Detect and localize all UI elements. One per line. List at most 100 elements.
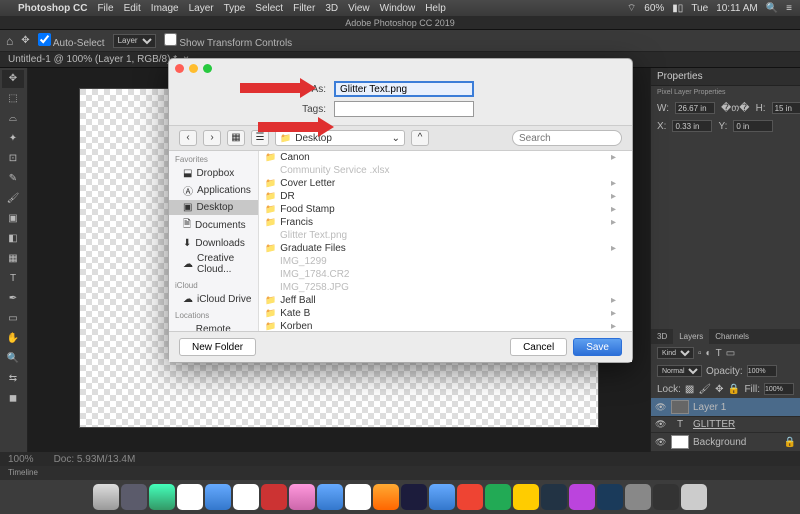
file-row[interactable]: 📁Francis▸ <box>259 216 632 229</box>
dock-app[interactable] <box>261 484 287 510</box>
menu-layer[interactable]: Layer <box>189 3 214 14</box>
tab-layers[interactable]: Layers <box>673 329 709 344</box>
dock-app[interactable] <box>373 484 399 510</box>
file-row[interactable]: Community Service .xlsx <box>259 164 632 177</box>
dock-app[interactable] <box>205 484 231 510</box>
hand-tool[interactable]: ✋ <box>2 330 24 348</box>
file-row[interactable]: 📁Food Stamp▸ <box>259 203 632 216</box>
properties-tab[interactable]: Properties <box>651 68 800 86</box>
forward-button[interactable]: › <box>203 130 221 146</box>
sidebar-icloud-drive[interactable]: ☁iCloud Drive <box>169 292 258 307</box>
save-button[interactable]: Save <box>573 338 622 356</box>
layer-kind-filter[interactable]: Kind <box>657 347 694 359</box>
layer-row[interactable]: 👁 Layer 1 <box>651 398 800 417</box>
file-row[interactable]: 📁DR▸ <box>259 190 632 203</box>
eraser-tool[interactable]: ◧ <box>2 230 24 248</box>
lasso-tool[interactable]: ⌓ <box>2 110 24 128</box>
zoom-tool[interactable]: 🔍 <box>2 350 24 368</box>
dock-app[interactable] <box>429 484 455 510</box>
fg-bg-colors[interactable]: ◼ <box>2 390 24 408</box>
opacity-input[interactable] <box>747 365 777 377</box>
file-row[interactable]: 📁Kate B▸ <box>259 307 632 320</box>
dock-app[interactable] <box>289 484 315 510</box>
dock-photoshop[interactable] <box>597 484 623 510</box>
gradient-tool[interactable]: ▦ <box>2 250 24 268</box>
cancel-button[interactable]: Cancel <box>510 338 567 356</box>
lock-all-icon[interactable]: 🔒 <box>727 384 739 395</box>
prop-y[interactable] <box>733 120 773 132</box>
link-icon[interactable]: �თ� <box>721 103 750 114</box>
filter-adjust-icon[interactable]: ◐ <box>706 348 712 359</box>
spotlight-icon[interactable]: 🔍 <box>766 3 778 14</box>
prop-x[interactable] <box>672 120 712 132</box>
dock-app[interactable] <box>653 484 679 510</box>
dock-app[interactable] <box>513 484 539 510</box>
file-row[interactable]: 📁Jeff Ball▸ <box>259 294 632 307</box>
layer-row[interactable]: 👁 Background 🔒 <box>651 433 800 452</box>
menu-edit[interactable]: Edit <box>124 3 141 14</box>
menu-view[interactable]: View <box>348 3 370 14</box>
visibility-icon[interactable]: 👁 <box>655 402 667 413</box>
sidebar-documents[interactable]: 🗎Documents <box>169 215 258 236</box>
visibility-icon[interactable]: 👁 <box>655 437 667 448</box>
sidebar-dropbox[interactable]: ⬓Dropbox <box>169 166 258 181</box>
menu-image[interactable]: Image <box>151 3 179 14</box>
dock-app[interactable] <box>457 484 483 510</box>
lock-transparency-icon[interactable]: ▩ <box>685 384 694 395</box>
minimize-window-icon[interactable] <box>189 64 198 73</box>
type-tool[interactable]: T <box>2 270 24 288</box>
visibility-icon[interactable]: 👁 <box>655 419 667 430</box>
wifi-icon[interactable]: ⌔ <box>627 2 636 15</box>
menu-window[interactable]: Window <box>380 3 416 14</box>
dock-app[interactable] <box>233 484 259 510</box>
home-icon[interactable]: ⌂ <box>6 34 13 48</box>
fill-input[interactable] <box>764 383 794 395</box>
new-folder-button[interactable]: New Folder <box>179 338 256 356</box>
dock-app[interactable] <box>625 484 651 510</box>
dock-app[interactable] <box>317 484 343 510</box>
app-menu[interactable]: Photoshop CC <box>18 3 87 14</box>
dock-finder[interactable] <box>93 484 119 510</box>
prop-width[interactable] <box>675 102 715 114</box>
filter-shape-icon[interactable]: ▭ <box>726 348 735 359</box>
file-row[interactable]: IMG_1299 <box>259 255 632 268</box>
sidebar-creative-cloud[interactable]: ☁Creative Cloud... <box>169 251 258 277</box>
menu-select[interactable]: Select <box>255 3 283 14</box>
eyedropper-tool[interactable]: ✎ <box>2 170 24 188</box>
file-row[interactable]: IMG_7258.JPG <box>259 281 632 294</box>
file-row[interactable]: 📁Cover Letter▸ <box>259 177 632 190</box>
dock-trash[interactable] <box>681 484 707 510</box>
wand-tool[interactable]: ✦ <box>2 130 24 148</box>
timeline-panel[interactable]: Timeline <box>0 466 800 480</box>
search-input[interactable] <box>512 130 622 146</box>
auto-select-target[interactable]: Layer <box>113 34 156 48</box>
swap-colors-icon[interactable]: ⇆ <box>2 370 24 388</box>
auto-select-check[interactable]: Auto-Select <box>38 33 105 49</box>
tab-channels[interactable]: Channels <box>709 329 755 344</box>
show-transform-check[interactable]: Show Transform Controls <box>164 33 293 49</box>
file-row[interactable]: IMG_1784.CR2 <box>259 268 632 281</box>
file-row[interactable]: Glitter Text.png <box>259 229 632 242</box>
menu-help[interactable]: Help <box>425 3 446 14</box>
dock-app[interactable] <box>569 484 595 510</box>
menu-3d[interactable]: 3D <box>325 3 338 14</box>
lock-pixels-icon[interactable]: 🖌 <box>698 384 711 395</box>
file-row[interactable]: 📁Korben▸ <box>259 320 632 331</box>
pen-tool[interactable]: ✒ <box>2 290 24 308</box>
zoom-level[interactable]: 100% <box>8 454 34 465</box>
blend-mode[interactable]: Normal <box>657 365 702 377</box>
tab-3d[interactable]: 3D <box>651 329 673 344</box>
tags-input[interactable] <box>334 101 474 117</box>
collapse-button[interactable]: ^ <box>411 130 429 146</box>
menu-filter[interactable]: Filter <box>293 3 315 14</box>
dock-app[interactable] <box>401 484 427 510</box>
sidebar-downloads[interactable]: ⬇Downloads <box>169 236 258 251</box>
dock-app[interactable] <box>485 484 511 510</box>
view-grid-icon[interactable]: ▦ <box>227 130 245 146</box>
zoom-window-icon[interactable] <box>203 64 212 73</box>
move-icon[interactable]: ✥ <box>21 35 29 46</box>
menu-file[interactable]: File <box>97 3 113 14</box>
sidebar-applications[interactable]: ⒶApplications <box>169 181 258 200</box>
file-row[interactable]: 📁Graduate Files▸ <box>259 242 632 255</box>
close-window-icon[interactable] <box>175 64 184 73</box>
